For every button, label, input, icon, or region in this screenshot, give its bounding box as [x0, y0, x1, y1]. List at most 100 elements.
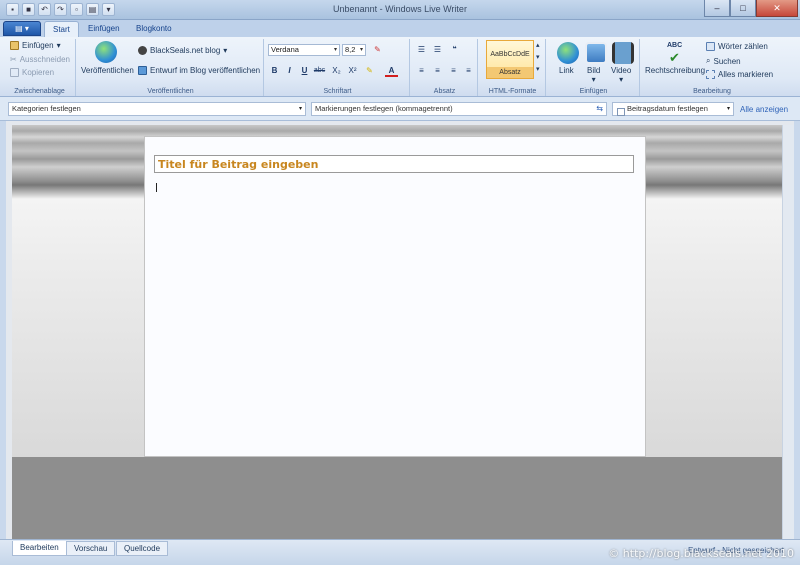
title-bar: ▪ ■ ↶ ↷ ▫ ▤ ▾ Unbenannt - Windows Live W… [0, 0, 800, 20]
wordpress-icon [138, 46, 147, 55]
spellcheck-label: Rechtschreibung [645, 66, 706, 75]
group-insert: Link Bild ▾ Video ▾ Einfügen [548, 39, 640, 96]
chevron-down-icon: ▾ [223, 46, 228, 55]
categories-select[interactable]: Kategorien festlegen ▾ [8, 102, 306, 116]
cut-button[interactable]: ✂ Ausschneiden [10, 55, 70, 64]
tags-placeholder: Markierungen festlegen (kommagetrennt) [315, 104, 453, 113]
group-font: Verdana ▾ 8,2 ▾ ✎ B I U abc X₂ X² ✎ A Schr… [266, 39, 410, 96]
post-date-field[interactable]: Beitragsdatum festlegen ▾ [612, 102, 734, 116]
style-gallery-scroll[interactable]: ▴ ▾ ▾ [536, 41, 540, 73]
show-all-link[interactable]: Alle anzeigen [740, 105, 788, 114]
image-icon [585, 42, 607, 64]
minimize-button[interactable]: – [704, 0, 730, 17]
insert-image-label: Bild [587, 66, 601, 75]
clear-format-icon[interactable]: ✎ [371, 43, 384, 56]
globe-publish-icon [95, 41, 117, 63]
spellcheck-button[interactable]: Rechtschreibung [645, 66, 705, 75]
post-title-input[interactable]: Titel für Beitrag eingeben [154, 155, 634, 173]
copy-button[interactable]: Kopieren [10, 68, 54, 77]
post-date-label: Beitragsdatum festlegen [627, 104, 708, 113]
application-menu-button[interactable]: ▤ ▾ [3, 21, 41, 36]
copy-label: Kopieren [22, 68, 55, 77]
select-all-button[interactable]: Alles markieren [706, 70, 773, 79]
font-color-button[interactable]: A [385, 64, 398, 77]
insert-video-label: Video [611, 66, 632, 75]
spellcheck-icon: ABC [667, 42, 682, 49]
chevron-down-icon: ▾ [726, 106, 730, 112]
tab-blogkonto[interactable]: Blogkonto [128, 21, 180, 37]
chevron-down-icon: ▾ [536, 54, 540, 61]
post-properties-bar: Kategorien festlegen ▾ Markierungen festl… [0, 97, 800, 121]
publish-draft-button[interactable]: Entwurf im Blog veröffentlichen [138, 66, 260, 75]
group-label-insert: Einfügen [579, 88, 608, 95]
style-gallery-absatz[interactable]: AaBbCcDdE Absatz [486, 40, 534, 79]
insert-image-button[interactable]: Bild ▾ [587, 66, 600, 84]
paste-button[interactable]: Einfügen ▾ [10, 41, 61, 50]
scissors-icon: ✂ [10, 55, 17, 64]
publish-button[interactable]: Veröffentlichen [81, 66, 134, 75]
tab-start[interactable]: Start [44, 21, 79, 37]
cut-label: Ausschneiden [19, 55, 70, 64]
publish-draft-label: Entwurf im Blog veröffentlichen [150, 66, 261, 75]
select-all-icon [706, 70, 715, 79]
font-size-value: 8,2 [345, 45, 356, 54]
video-icon [612, 42, 634, 64]
chevron-down-icon: ▾ [359, 47, 363, 53]
bullet-list-icon[interactable]: ☰ [415, 43, 428, 56]
group-label-paragraph: Absatz [433, 88, 456, 95]
post-body-editor[interactable] [144, 136, 646, 457]
post-date-checkbox[interactable] [617, 108, 625, 116]
word-count-button[interactable]: Wörter zählen [706, 42, 768, 51]
style-name: Absatz [487, 67, 533, 78]
close-button[interactable]: ✕ [756, 0, 798, 17]
tab-source-view[interactable]: Quellcode [116, 541, 169, 556]
editor-scrollbar[interactable] [782, 125, 794, 539]
group-label-clipboard: Zwischenablage [14, 88, 65, 95]
align-left-icon[interactable]: ≡ [415, 64, 428, 77]
chevron-down-icon: ▾ [591, 75, 596, 84]
editor-bottom-area [12, 457, 782, 539]
group-clipboard: Einfügen ▾ ✂ Ausschneiden Kopieren Zwisch… [4, 39, 76, 96]
insert-video-button[interactable]: Video ▾ [611, 66, 631, 84]
paste-label: Einfügen [22, 41, 54, 50]
numbered-list-icon[interactable]: ☰ [431, 43, 444, 56]
highlight-icon[interactable]: ✎ [363, 64, 376, 77]
blog-selector[interactable]: BlackSeals.net blog ▾ [138, 46, 227, 55]
italic-button[interactable]: I [283, 64, 296, 77]
select-all-label: Alles markieren [718, 70, 774, 79]
align-right-icon[interactable]: ≡ [447, 64, 460, 77]
insert-link-label: Link [559, 66, 574, 75]
font-size-select[interactable]: 8,2 ▾ [342, 44, 366, 56]
chevron-down-icon: ▾ [333, 47, 337, 53]
blockquote-icon[interactable]: ❝ [448, 43, 461, 56]
underline-button[interactable]: U [298, 64, 311, 77]
search-icon: ⌕ [706, 56, 711, 65]
subscript-button[interactable]: X₂ [330, 64, 343, 77]
tags-input[interactable]: Markierungen festlegen (kommagetrennt) ⇆ [311, 102, 607, 116]
bold-button[interactable]: B [268, 64, 281, 77]
refresh-icon[interactable]: ⇆ [596, 103, 603, 115]
align-justify-icon[interactable]: ≡ [462, 64, 475, 77]
tab-edit-view[interactable]: Bearbeiten [12, 541, 67, 556]
search-button[interactable]: ⌕ Suchen [706, 56, 741, 66]
categories-value: Kategorien festlegen [12, 104, 81, 113]
ribbon: Einfügen ▾ ✂ Ausschneiden Kopieren Zwisch… [0, 37, 800, 97]
tab-einfuegen[interactable]: Einfügen [80, 21, 128, 37]
publish-label: Veröffentlichen [81, 66, 134, 75]
font-family-select[interactable]: Verdana ▾ [268, 44, 340, 56]
group-label-publish: Veröffentlichen [147, 88, 194, 95]
word-count-label: Wörter zählen [718, 42, 768, 51]
ribbon-tab-row: ▤ ▾ Start Einfügen Blogkonto [0, 20, 800, 37]
chevron-down-icon: ▾ [298, 106, 302, 112]
maximize-button[interactable]: □ [730, 0, 756, 17]
strikethrough-button[interactable]: abc [313, 64, 326, 77]
insert-link-button[interactable]: Link [559, 66, 574, 75]
chevron-down-icon: ▾ [619, 75, 624, 84]
superscript-button[interactable]: X² [346, 64, 359, 77]
group-edit: ABC ✔ Rechtschreibung Wörter zählen ⌕ Su… [642, 39, 782, 96]
group-publish: Veröffentlichen BlackSeals.net blog ▾ Ent… [78, 39, 264, 96]
tab-preview-view[interactable]: Vorschau [66, 541, 116, 556]
group-label-html-formats: HTML-Formate [488, 88, 537, 95]
align-center-icon[interactable]: ≡ [431, 64, 444, 77]
draft-icon [138, 66, 147, 75]
